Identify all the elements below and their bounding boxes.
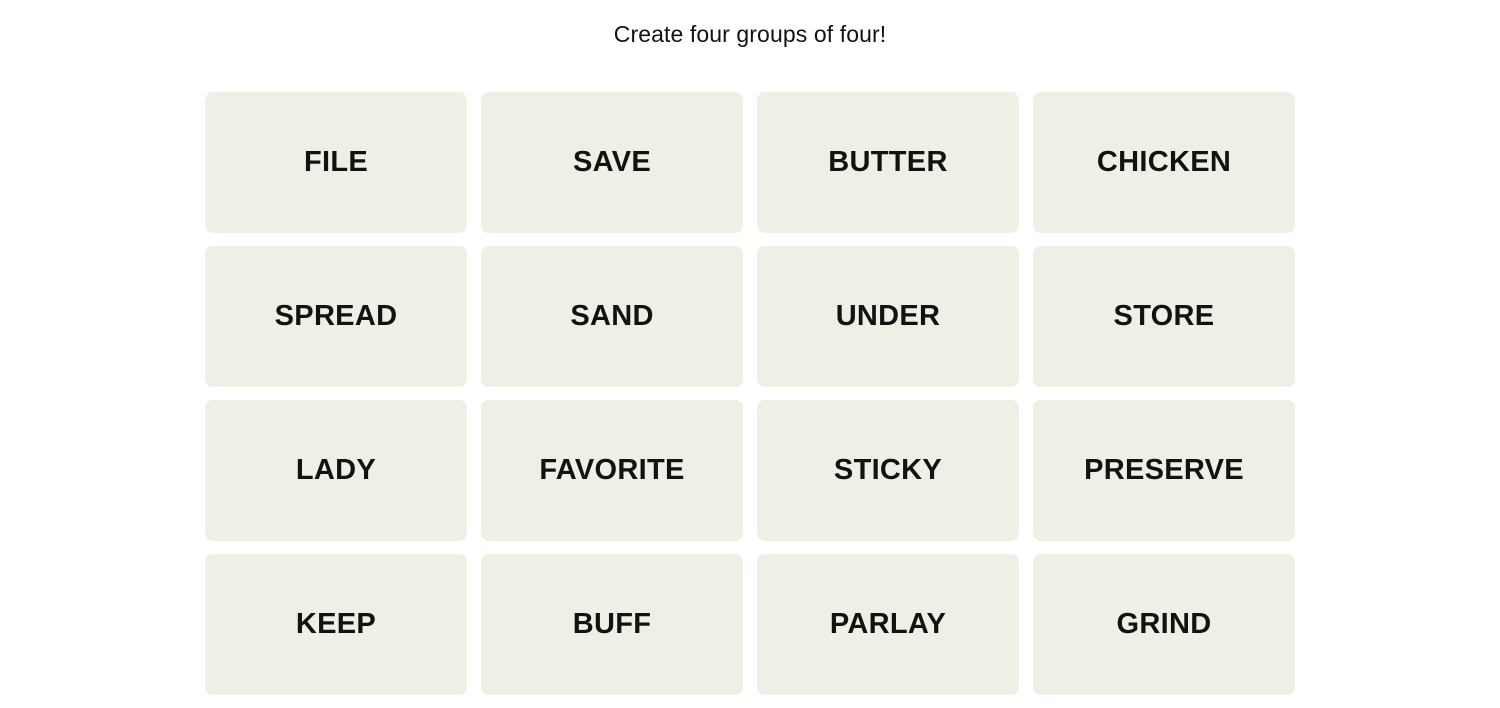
word-tile[interactable]: PRESERVE — [1033, 400, 1295, 541]
word-tile[interactable]: KEEP — [205, 554, 467, 695]
word-tile[interactable]: STICKY — [757, 400, 1019, 541]
word-tile[interactable]: PARLAY — [757, 554, 1019, 695]
word-tile-label: BUTTER — [828, 146, 948, 178]
connections-game-page: Create four groups of four! FILE SAVE BU… — [0, 0, 1500, 708]
word-tile-label: CHICKEN — [1096, 146, 1232, 178]
word-tile[interactable]: FAVORITE — [481, 400, 743, 541]
word-tile-label: PARLAY — [829, 608, 947, 640]
word-tile[interactable]: GRIND — [1033, 554, 1295, 695]
word-tile-label: KEEP — [295, 608, 377, 640]
word-tile-grid: FILE SAVE BUTTER CHICKEN SPREAD SAND UND… — [205, 92, 1297, 695]
word-tile[interactable]: SAND — [481, 246, 743, 387]
game-instruction-text: Create four groups of four! — [613, 21, 887, 47]
word-tile-label: FAVORITE — [539, 454, 685, 486]
word-tile-label: STORE — [1113, 300, 1215, 332]
word-tile-label: BUFF — [572, 608, 652, 640]
word-tile[interactable]: SPREAD — [205, 246, 467, 387]
word-tile-label: SPREAD — [274, 300, 398, 332]
word-tile-label: STICKY — [833, 454, 943, 486]
word-tile[interactable]: BUFF — [481, 554, 743, 695]
word-tile[interactable]: FILE — [205, 92, 467, 233]
word-tile-label: PRESERVE — [1084, 454, 1244, 486]
word-tile[interactable]: LADY — [205, 400, 467, 541]
word-tile-label: FILE — [303, 146, 369, 178]
word-tile-label: GRIND — [1116, 608, 1212, 640]
word-tile-label: SAND — [570, 300, 654, 332]
word-tile[interactable]: STORE — [1033, 246, 1295, 387]
word-tile[interactable]: UNDER — [757, 246, 1019, 387]
word-tile[interactable]: SAVE — [481, 92, 743, 233]
word-tile[interactable]: CHICKEN — [1033, 92, 1295, 233]
word-tile-label: SAVE — [572, 146, 652, 178]
word-tile[interactable]: BUTTER — [757, 92, 1019, 233]
word-tile-label: LADY — [295, 454, 377, 486]
word-tile-label: UNDER — [835, 300, 941, 332]
